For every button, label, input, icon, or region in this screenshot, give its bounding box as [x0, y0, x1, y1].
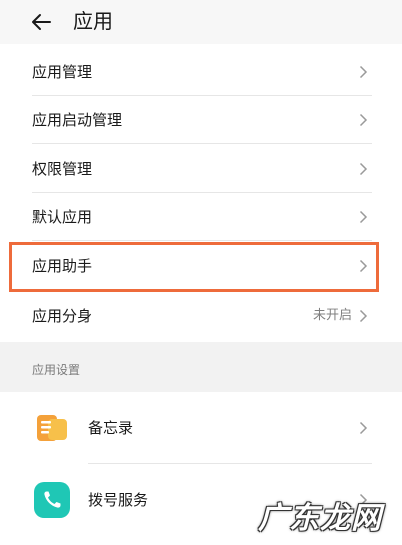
chevron-right-icon [359, 309, 368, 323]
arrow-left-icon[interactable] [28, 8, 56, 36]
divider [32, 240, 372, 241]
menu-item-app-management[interactable]: 应用管理 [0, 48, 402, 96]
page-title: 应用 [73, 9, 113, 33]
menu-item-label: 应用管理 [32, 63, 93, 81]
app-item-memo[interactable]: 备忘录 [0, 392, 402, 464]
menu-item-app-twin[interactable]: 应用分身 未开启 [0, 292, 402, 340]
header: 应用 [0, 0, 402, 44]
highlight-frame [9, 242, 379, 292]
section-title: 应用设置 [32, 363, 81, 377]
app-settings-page: 应用 应用管理 应用启动管理 权限管理 默认应用 应用助手 应用分身 未开启 应… [0, 0, 402, 545]
chevron-right-icon [359, 162, 368, 176]
menu-item-label: 应用分身 [32, 307, 93, 325]
chevron-right-icon [359, 113, 368, 127]
menu-item-label: 应用启动管理 [32, 111, 123, 129]
menu-item-default-apps[interactable]: 默认应用 [0, 193, 402, 241]
menu-item-label: 默认应用 [32, 208, 93, 226]
divider [32, 143, 372, 144]
menu-item-permissions[interactable]: 权限管理 [0, 145, 402, 193]
phone-icon [34, 482, 70, 518]
chevron-right-icon [359, 421, 368, 435]
app-item-label: 备忘录 [88, 419, 134, 437]
menu-card: 应用管理 应用启动管理 权限管理 默认应用 应用助手 应用分身 未开启 [0, 44, 402, 342]
watermark: 广东龙网 [258, 501, 382, 536]
app-item-label: 拨号服务 [88, 491, 149, 509]
menu-item-app-startup[interactable]: 应用启动管理 [0, 96, 402, 144]
menu-item-label: 权限管理 [32, 160, 93, 178]
status-text: 未开启 [312, 308, 352, 323]
chevron-right-icon [359, 210, 368, 224]
chevron-right-icon [359, 65, 368, 79]
notepad-icon [37, 415, 67, 441]
